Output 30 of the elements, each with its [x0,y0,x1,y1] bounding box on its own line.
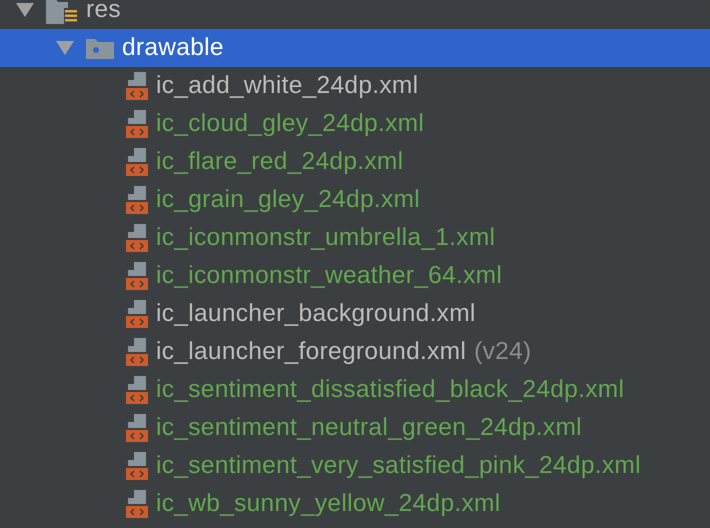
xml-file-icon [126,109,148,139]
folder-icon [86,37,114,59]
tree-row[interactable]: ic_wb_sunny_yellow_24dp.xml [0,485,710,523]
resource-folder-icon [46,0,78,24]
xml-file-icon [126,223,148,253]
xml-file-icon [126,185,148,215]
tree-row[interactable]: ic_flare_red_24dp.xml [0,143,710,181]
tree-row[interactable]: ic_grain_gley_24dp.xml [0,181,710,219]
tree-row[interactable]: ic_iconmonstr_umbrella_1.xml [0,219,710,257]
xml-file-icon [126,451,148,481]
version-qualifier: (v24) [474,336,532,367]
tree-row[interactable]: ic_add_white_24dp.xml [0,67,710,105]
xml-file-icon [126,71,148,101]
tree-row[interactable]: drawable [0,29,710,67]
tree-row[interactable]: ic_launcher_background.xml [0,295,710,333]
tree-row[interactable]: res [0,0,710,29]
xml-file-icon [126,489,148,519]
tree-row[interactable]: ic_sentiment_dissatisfied_black_24dp.xml [0,371,710,409]
xml-file-icon [126,261,148,291]
tree-row[interactable]: ic_iconmonstr_weather_64.xml [0,257,710,295]
xml-file-icon [126,375,148,405]
tree-row[interactable]: ic_sentiment_neutral_green_24dp.xml [0,409,710,447]
xml-file-icon [126,337,148,367]
xml-file-icon [126,147,148,177]
expanded-arrow-icon[interactable] [16,3,34,17]
tree-row[interactable]: ic_launcher_foreground.xml (v24) [0,333,710,371]
tree-row[interactable]: ic_cloud_gley_24dp.xml [0,105,710,143]
tree-row[interactable]: ic_sentiment_very_satisfied_pink_24dp.xml [0,447,710,485]
xml-file-icon [126,299,148,329]
xml-file-icon [126,413,148,443]
